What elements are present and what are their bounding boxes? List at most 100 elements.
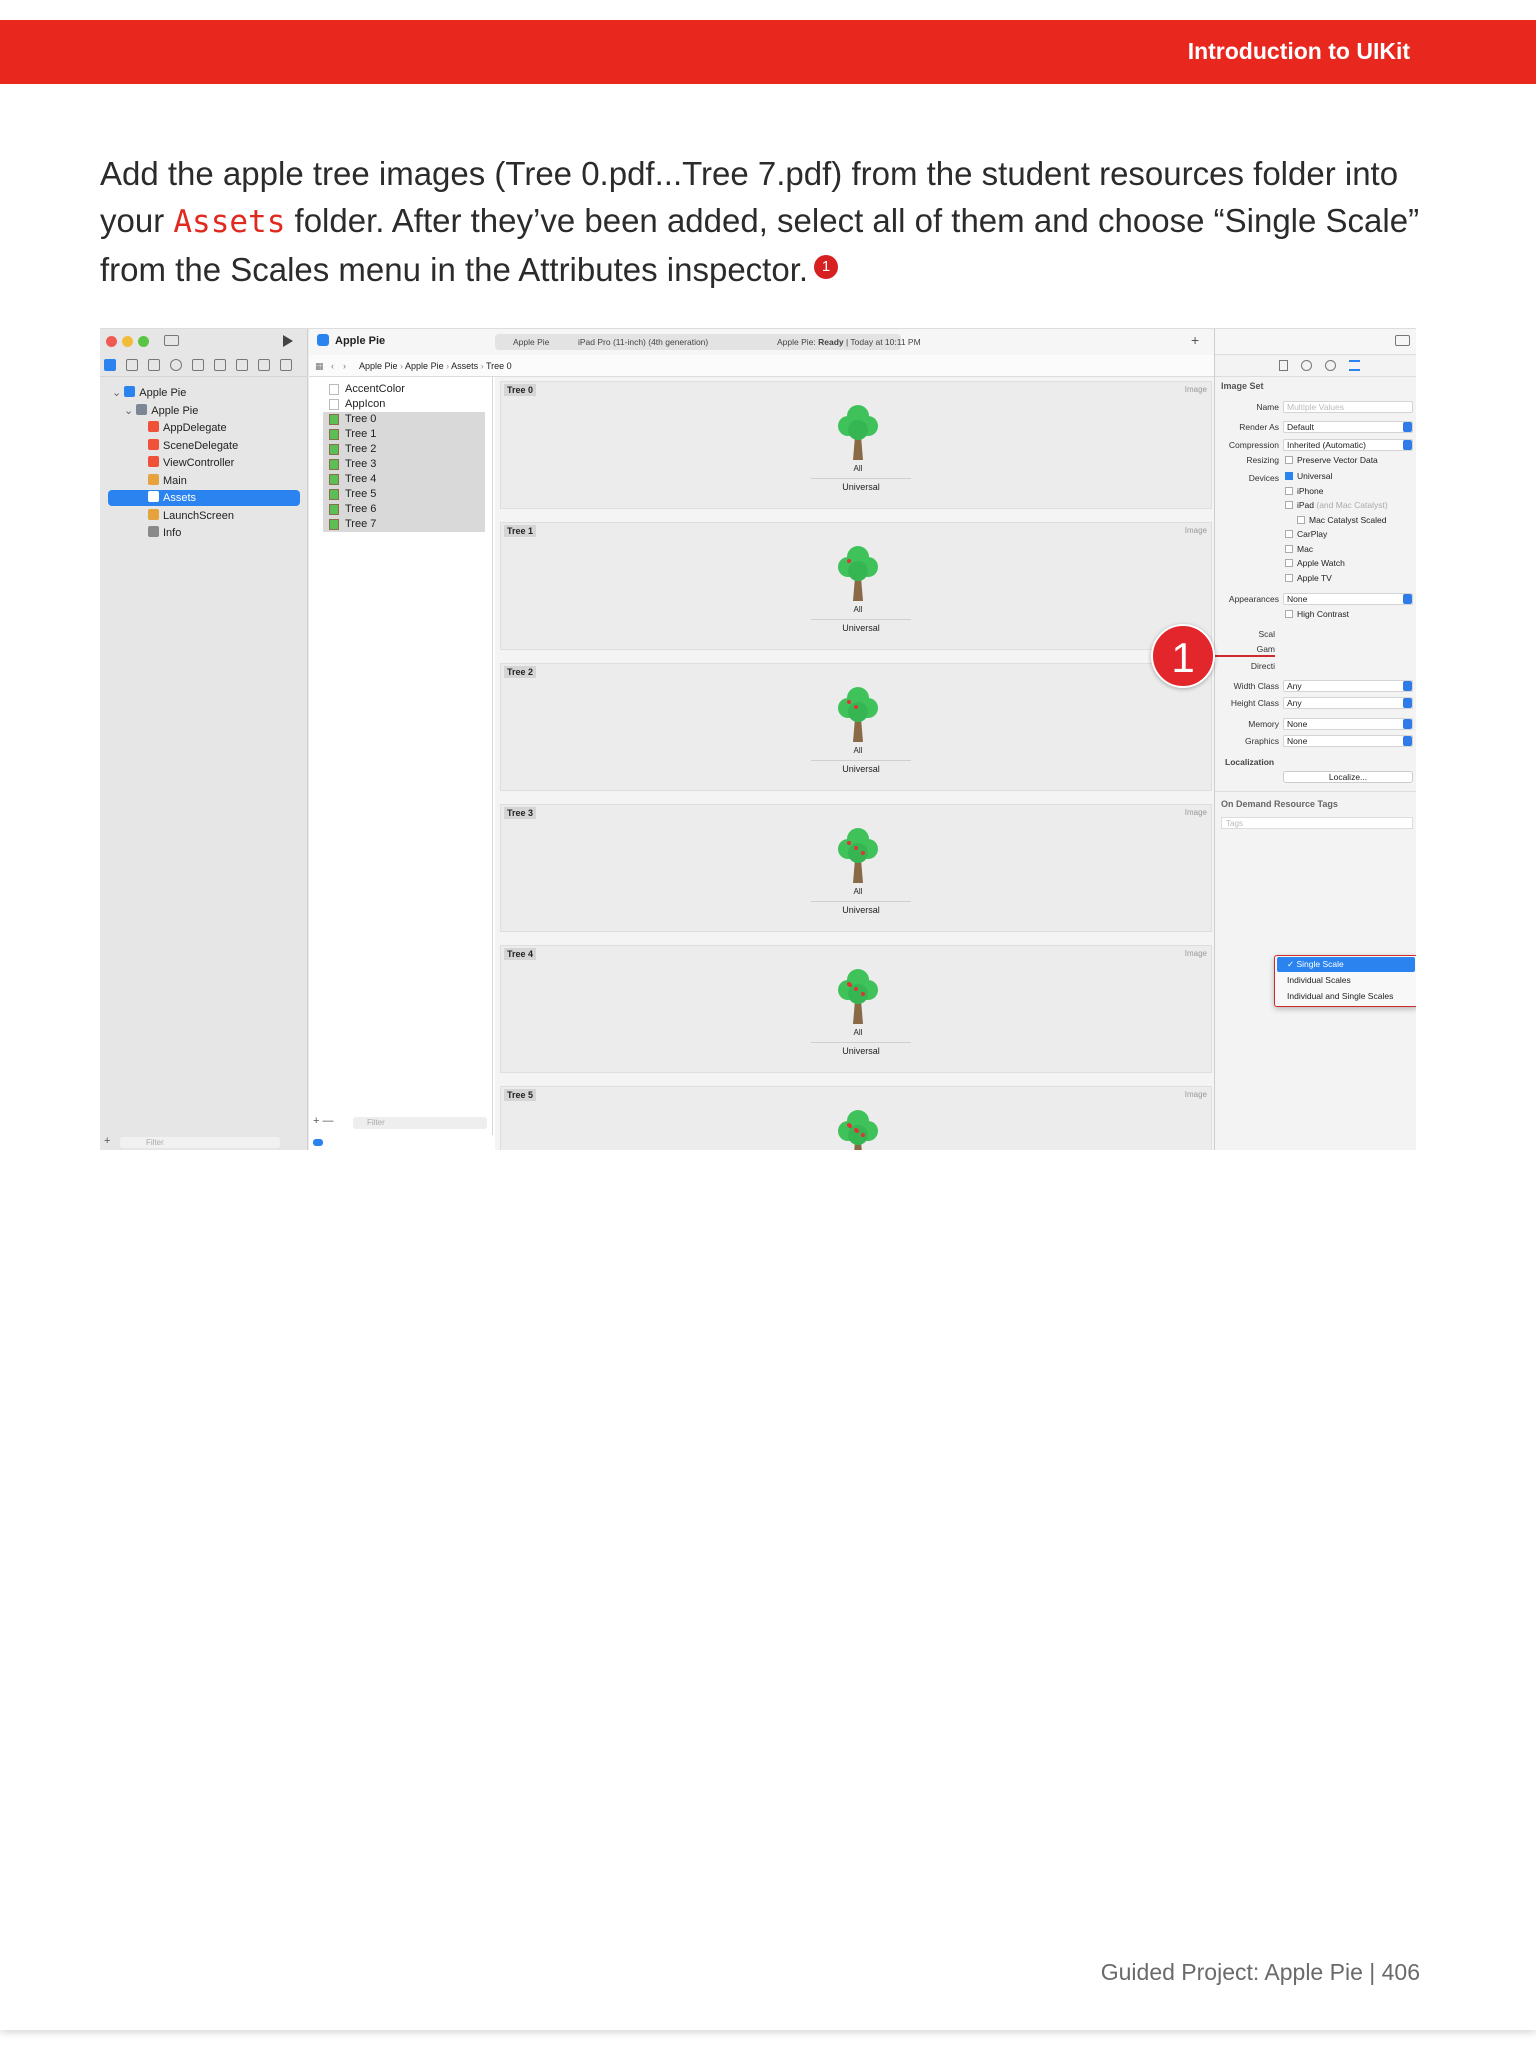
add-file-icon[interactable]: +	[104, 1135, 110, 1147]
run-icon[interactable]	[283, 335, 293, 347]
asset-list-item[interactable]: AccentColor	[323, 382, 485, 397]
zoom-window-icon[interactable]	[138, 336, 149, 347]
checkmark-icon	[1285, 472, 1293, 480]
forward-icon[interactable]: ›	[343, 355, 346, 377]
add-icon[interactable]: +	[1191, 332, 1199, 348]
sidebar-toggle-icon[interactable]	[164, 335, 179, 346]
help-icon[interactable]	[1325, 360, 1336, 371]
asset-list-item[interactable]: Tree 0	[323, 412, 485, 427]
graphics-select[interactable]: None	[1283, 735, 1413, 747]
file-inspector-icon[interactable]	[1279, 360, 1288, 371]
device-checkbox[interactable]: Mac Catalyst Scaled	[1297, 515, 1386, 525]
add-asset-icon[interactable]: + —	[313, 1115, 333, 1127]
chevron-down-icon[interactable]: ⌄	[124, 405, 136, 417]
apple-tree-image[interactable]	[836, 684, 880, 744]
scales-menu: ✓ Single Scale Individual Scales Individua…	[1274, 955, 1416, 1007]
breakpoint-icon[interactable]	[258, 359, 270, 371]
device-checkbox[interactable]: Universal	[1285, 471, 1332, 481]
apple-tree-image[interactable]	[836, 825, 880, 885]
search-icon[interactable]	[170, 359, 182, 371]
device-checkbox[interactable]: Apple TV	[1285, 573, 1332, 583]
file-tree-item[interactable]: SceneDelegate	[108, 438, 238, 454]
asset-list-item[interactable]: Tree 3	[323, 457, 485, 472]
tags-field[interactable]: Tags	[1221, 817, 1413, 829]
history-icon[interactable]	[1301, 360, 1312, 371]
run-destination-device[interactable]: iPad Pro (11-inch) (4th generation)	[578, 337, 708, 347]
run-destination-app[interactable]: Apple Pie	[513, 337, 549, 347]
device-label: Universal	[1297, 471, 1333, 481]
breadcrumb[interactable]: Apple Pie › Apple Pie › Assets › Tree 0	[359, 355, 512, 377]
asset-list-item[interactable]: Tree 4	[323, 472, 485, 487]
report-icon[interactable]	[280, 359, 292, 371]
device-label: iPhone	[1297, 485, 1324, 496]
device-checkbox[interactable]: iPad (and Mac Catalyst)	[1285, 500, 1388, 510]
file-tree-item[interactable]: ViewController	[108, 455, 234, 471]
navigator-filter-input[interactable]: Filter	[120, 1137, 280, 1148]
scales-row: Scal	[1215, 627, 1416, 641]
width-class-select[interactable]: Any	[1283, 680, 1413, 692]
chevron-down-icon[interactable]: ⌄	[112, 387, 124, 399]
image-set[interactable]: Tree 2ImageAllUniversal	[500, 663, 1212, 791]
asset-list-item[interactable]: Tree 1	[323, 427, 485, 442]
localize-button[interactable]: Localize...	[1283, 771, 1413, 783]
apple-tree-image[interactable]	[836, 1107, 880, 1150]
device-checkbox[interactable]: Apple Watch	[1285, 558, 1345, 568]
source-control-icon[interactable]	[126, 359, 138, 371]
image-set[interactable]: Tree 0 Image All Universal	[500, 381, 1212, 509]
render-as-select[interactable]: Default	[1283, 421, 1413, 433]
close-window-icon[interactable]	[106, 336, 117, 347]
scales-menu-item[interactable]: Individual Scales	[1277, 973, 1415, 988]
minimize-window-icon[interactable]	[122, 336, 133, 347]
image-set[interactable]: Tree 1 Image All Universal	[500, 522, 1212, 650]
apple-icon	[855, 1129, 859, 1133]
file-tree-item[interactable]: ⌄ Apple Pie	[108, 403, 198, 419]
apple-tree-image[interactable]	[836, 966, 880, 1026]
preserve-vector-checkbox[interactable]: Preserve Vector Data	[1285, 453, 1378, 467]
scales-menu-item[interactable]: ✓ Single Scale	[1277, 957, 1415, 972]
breadcrumb-item[interactable]: Tree 0	[486, 361, 512, 371]
debug-toggle-icon[interactable]	[313, 1139, 323, 1146]
appearances-select[interactable]: None	[1283, 593, 1413, 605]
breadcrumb-item[interactable]: Apple Pie	[405, 361, 444, 371]
apple-tree-image[interactable]	[836, 402, 880, 462]
name-field[interactable]: Multiple Values	[1283, 401, 1413, 413]
device-checkbox[interactable]: CarPlay	[1285, 529, 1327, 539]
file-tree-item[interactable]: Main	[108, 473, 187, 489]
bookmark-icon[interactable]	[148, 359, 160, 371]
file-tree-item[interactable]: Assets	[108, 490, 300, 506]
compression-select[interactable]: Inherited (Automatic)	[1283, 439, 1413, 451]
debug-icon[interactable]	[236, 359, 248, 371]
folder-nav-icon[interactable]	[104, 359, 116, 371]
asset-list-item[interactable]: Tree 5	[323, 487, 485, 502]
attributes-icon[interactable]	[1349, 360, 1360, 371]
high-contrast-checkbox[interactable]: High Contrast	[1285, 607, 1349, 621]
file-tree-item[interactable]: Info	[108, 525, 181, 541]
image-set[interactable]: Tree 3 Image All Universal	[500, 804, 1212, 932]
memory-select[interactable]: None	[1283, 718, 1413, 730]
apple-tree-image[interactable]	[836, 543, 880, 603]
breadcrumb-item[interactable]: Apple Pie	[359, 361, 398, 371]
file-tree-item[interactable]: LaunchScreen	[108, 508, 234, 524]
grid-icon[interactable]: ▦	[315, 355, 324, 377]
image-set[interactable]: Tree 5 Image	[500, 1086, 1212, 1150]
asset-list-item[interactable]: Tree 7	[323, 517, 485, 532]
file-tree-item[interactable]: ⌄ Apple Pie	[108, 385, 186, 401]
scales-menu-item[interactable]: Individual and Single Scales	[1277, 989, 1415, 1004]
device-checkbox[interactable]: Mac	[1285, 544, 1313, 554]
asset-filter-input[interactable]: Filter	[353, 1117, 487, 1129]
asset-list-item[interactable]: Tree 6	[323, 502, 485, 517]
height-class-select[interactable]: Any	[1283, 697, 1413, 709]
file-tree-label: LaunchScreen	[163, 509, 234, 522]
back-icon[interactable]: ‹	[331, 355, 334, 377]
breadcrumb-item[interactable]: Assets	[451, 361, 478, 371]
image-set[interactable]: Tree 4 Image All Universal	[500, 945, 1212, 1073]
file-tree-item[interactable]: AppDelegate	[108, 420, 227, 436]
warning-icon[interactable]	[192, 359, 204, 371]
device-checkbox[interactable]: iPhone	[1285, 486, 1323, 496]
inspector-toggle-icon[interactable]	[1395, 335, 1410, 346]
asset-list-item[interactable]: AppIcon	[323, 397, 485, 412]
test-icon[interactable]	[214, 359, 226, 371]
chevron-right-icon: ›	[478, 361, 486, 371]
asset-list-label: Tree 7	[345, 518, 377, 530]
asset-list-item[interactable]: Tree 2	[323, 442, 485, 457]
